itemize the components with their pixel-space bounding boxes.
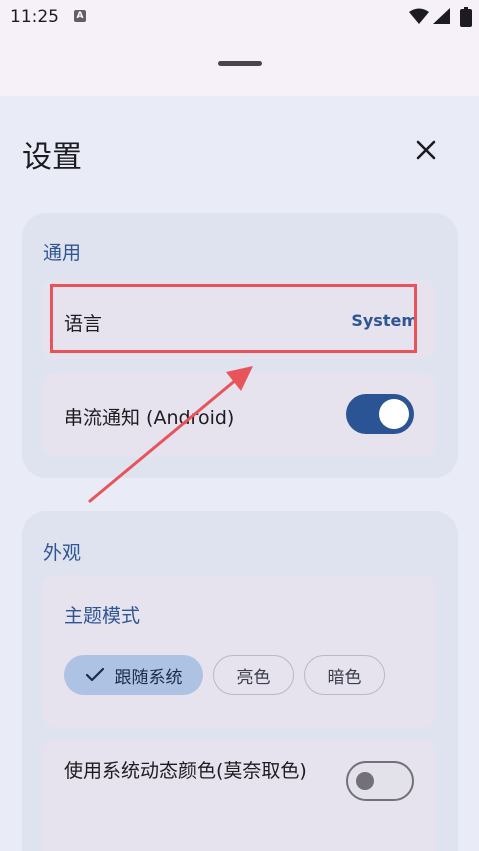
dynamic-color-label: 使用系统动态颜色(莫奈取色) (64, 760, 307, 782)
chip-label: 亮色 (236, 667, 271, 688)
chip-label: 跟随系统 (114, 667, 183, 688)
chip-follow-system[interactable]: 跟随系统 (64, 655, 203, 695)
notification-icon: A (74, 10, 86, 22)
chip-light[interactable]: 亮色 (213, 655, 294, 695)
general-section-title: 通用 (43, 242, 82, 264)
chip-dark[interactable]: 暗色 (304, 655, 385, 695)
theme-mode-item: 主题模式 跟随系统 亮色 暗色 (42, 575, 436, 727)
toggle-knob (356, 772, 374, 790)
close-button[interactable] (404, 128, 448, 172)
streaming-notification-item[interactable]: 串流通知 (Android) (42, 373, 436, 457)
annotation-highlight-box (50, 284, 417, 353)
drag-handle[interactable] (218, 61, 262, 66)
streaming-notification-label: 串流通知 (Android) (64, 407, 235, 429)
dynamic-color-item[interactable]: 使用系统动态颜色(莫奈取色) (42, 740, 436, 851)
battery-icon (460, 7, 472, 27)
dynamic-color-toggle[interactable] (346, 761, 414, 801)
status-time: 11:25 (10, 7, 59, 27)
appearance-section-card: 外观 主题模式 跟随系统 亮色 暗色 使用系统动态颜色(莫奈取色) (22, 511, 458, 851)
signal-icon (433, 8, 450, 24)
streaming-notification-toggle[interactable] (346, 394, 414, 434)
chip-label: 暗色 (327, 667, 362, 688)
check-icon (85, 667, 104, 682)
wifi-icon (409, 8, 429, 24)
status-bar: 11:25 A (0, 0, 479, 34)
sheet-top-area (0, 34, 479, 96)
appearance-section-title: 外观 (43, 542, 82, 564)
close-icon (416, 140, 436, 160)
theme-mode-label: 主题模式 (64, 605, 141, 627)
toggle-knob (379, 399, 409, 429)
page-title: 设置 (22, 140, 82, 175)
